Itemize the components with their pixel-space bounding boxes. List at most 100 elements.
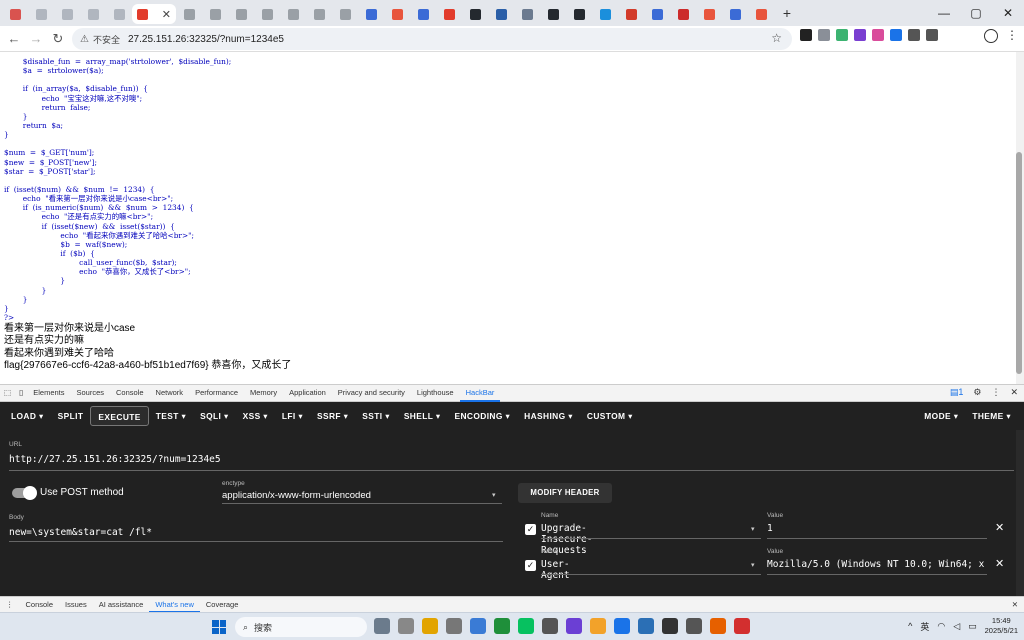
settings-gear-icon[interactable]: ⚙ — [973, 387, 981, 398]
battery-icon[interactable]: ▭ — [968, 621, 977, 632]
browser-tab[interactable] — [696, 4, 722, 24]
browser-tab[interactable] — [254, 4, 280, 24]
browser-tab[interactable] — [106, 4, 132, 24]
header-value-field[interactable]: 1 — [767, 523, 989, 534]
extension-icon[interactable] — [908, 29, 920, 41]
security-label[interactable]: 不安全 — [93, 33, 120, 46]
new-tab-button[interactable]: + — [776, 5, 798, 21]
header-value-field[interactable]: Mozilla/5.0 (Windows NT 10.0; Win64; x — [767, 559, 989, 570]
close-window-button[interactable]: ✕ — [992, 0, 1024, 26]
browser-tab[interactable] — [2, 4, 28, 24]
taskbar-app-icon[interactable] — [518, 618, 534, 634]
devtools-tab[interactable]: Performance — [189, 384, 244, 402]
devtools-close-icon[interactable]: ✕ — [1010, 387, 1018, 398]
hackbar-menu-item[interactable]: SSTI ▾ — [355, 406, 397, 426]
extension-icon[interactable] — [818, 29, 830, 41]
url-text[interactable]: 27.25.151.26:32325/?num=1234e5 — [128, 34, 284, 45]
browser-tab[interactable] — [722, 4, 748, 24]
chevron-down-icon[interactable]: ▾ — [751, 525, 755, 533]
browser-tab[interactable] — [644, 4, 670, 24]
devtools-inspect-icon[interactable]: ⬚ — [0, 384, 15, 402]
taskbar-app-icon[interactable] — [662, 618, 678, 634]
browser-tab[interactable] — [748, 4, 774, 24]
hackbar-menu-item[interactable]: SPLIT — [51, 406, 91, 426]
body-field[interactable]: new=\system&star=cat /fl* — [9, 527, 152, 538]
drawer-menu-icon[interactable]: ⋮ — [0, 597, 20, 613]
browser-tab[interactable] — [592, 4, 618, 24]
chevron-down-icon[interactable]: ▾ — [492, 491, 496, 499]
browser-tab[interactable] — [80, 4, 106, 24]
device-toolbar-icon[interactable]: ▯ — [15, 384, 27, 402]
browser-tab[interactable] — [332, 4, 358, 24]
drawer-tab[interactable]: Issues — [59, 597, 93, 613]
browser-tab[interactable] — [566, 4, 592, 24]
devtools-tab[interactable]: Application — [283, 384, 332, 402]
hackbar-menu-item[interactable]: LFI ▾ — [275, 406, 310, 426]
browser-tab[interactable] — [488, 4, 514, 24]
taskbar-app-icon[interactable] — [422, 618, 438, 634]
extension-icon[interactable] — [890, 29, 902, 41]
hackbar-menu-item[interactable]: SSRF ▾ — [310, 406, 355, 426]
hackbar-menu-item[interactable]: XSS ▾ — [236, 406, 275, 426]
input-method-indicator[interactable]: 英 — [920, 620, 929, 633]
devtools-tab[interactable]: Network — [150, 384, 190, 402]
browser-tab[interactable] — [670, 4, 696, 24]
browser-tab[interactable] — [202, 4, 228, 24]
taskbar-search[interactable]: ⌕ 搜索 — [235, 617, 367, 637]
drawer-tab[interactable]: What's new — [149, 597, 200, 613]
hackbar-menu-item[interactable]: THEME ▾ — [965, 406, 1018, 426]
reload-button[interactable]: ↻ — [47, 31, 69, 47]
taskbar-app-icon[interactable] — [494, 618, 510, 634]
extension-icon[interactable] — [854, 29, 866, 41]
browser-tab[interactable] — [436, 4, 462, 24]
maximize-button[interactable]: ▢ — [960, 0, 992, 26]
browser-tab[interactable] — [410, 4, 436, 24]
remove-header-icon[interactable]: ✕ — [995, 557, 1004, 570]
wifi-icon[interactable]: ◠ — [937, 621, 945, 632]
hackbar-menu-item[interactable]: CUSTOM ▾ — [580, 406, 640, 426]
scrollbar-thumb[interactable] — [1016, 152, 1022, 374]
hackbar-menu-item[interactable]: SQLI ▾ — [193, 406, 235, 426]
hackbar-menu-item[interactable]: TEST ▾ — [149, 406, 193, 426]
browser-tab[interactable] — [618, 4, 644, 24]
header-name-field[interactable]: User-Agent — [541, 559, 570, 581]
browser-tab[interactable] — [306, 4, 332, 24]
taskbar-app-icon[interactable] — [470, 618, 486, 634]
tab-close-icon[interactable]: ✕ — [162, 8, 171, 21]
back-button[interactable]: ← — [3, 31, 25, 46]
drawer-tab[interactable]: Console — [20, 597, 60, 613]
extension-icon[interactable] — [836, 29, 848, 41]
post-method-toggle[interactable] — [12, 486, 37, 500]
hackbar-menu-item[interactable]: LOAD ▾ — [4, 406, 51, 426]
taskbar-app-icon[interactable] — [542, 618, 558, 634]
issues-badge[interactable]: ▤1 — [950, 387, 964, 398]
drawer-close-icon[interactable]: ✕ — [1006, 597, 1024, 613]
taskbar-app-icon[interactable] — [614, 618, 630, 634]
header-checkbox[interactable]: ✓ — [525, 560, 536, 571]
clock[interactable]: 15:49 2025/5/21 — [985, 616, 1018, 636]
extension-icon[interactable] — [926, 29, 938, 41]
taskbar-app-icon[interactable] — [710, 618, 726, 634]
browser-tab[interactable] — [358, 4, 384, 24]
browser-menu-icon[interactable]: ⋮ — [1006, 28, 1018, 42]
devtools-tab[interactable]: HackBar — [459, 384, 501, 402]
browser-tab[interactable] — [228, 4, 254, 24]
devtools-tab[interactable]: Console — [110, 384, 150, 402]
hackbar-scrollbar[interactable] — [1016, 430, 1024, 596]
hackbar-menu-item[interactable]: EXECUTE — [90, 406, 149, 426]
browser-tab[interactable] — [514, 4, 540, 24]
chevron-down-icon[interactable]: ▾ — [751, 561, 755, 569]
taskbar-app-icon[interactable] — [446, 618, 462, 634]
address-bar[interactable]: ⚠ 不安全 27.25.151.26:32325/?num=1234e5 ☆ — [72, 28, 792, 50]
browser-tab[interactable] — [176, 4, 202, 24]
minimize-button[interactable]: — — [928, 0, 960, 26]
browser-tab[interactable] — [28, 4, 54, 24]
enctype-select[interactable]: application/x-www-form-urlencoded — [222, 490, 371, 501]
browser-tab[interactable]: ✕ — [132, 4, 176, 24]
taskbar-app-icon[interactable] — [686, 618, 702, 634]
browser-tab[interactable] — [462, 4, 488, 24]
bookmark-star-icon[interactable]: ☆ — [771, 31, 782, 45]
hackbar-menu-item[interactable]: ENCODING ▾ — [447, 406, 517, 426]
taskbar-app-icon[interactable] — [398, 618, 414, 634]
hackbar-menu-item[interactable]: SHELL ▾ — [397, 406, 448, 426]
